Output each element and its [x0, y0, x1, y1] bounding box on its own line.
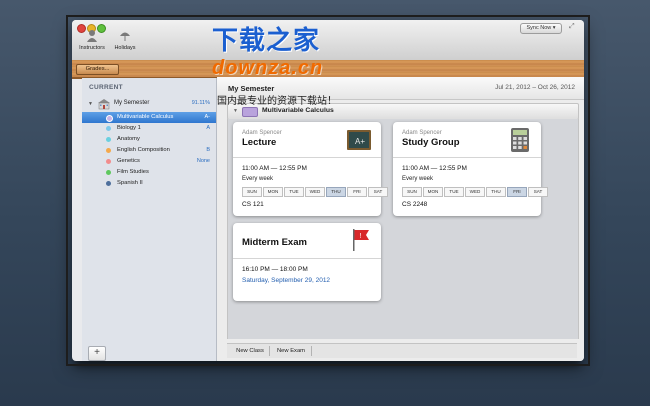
sidebar-item-anatomy[interactable]: Anatomy: [82, 134, 216, 145]
day-wed[interactable]: WED: [305, 187, 325, 197]
date-range: Jul 21, 2012 – Oct 26, 2012: [495, 84, 575, 91]
course-color-dot: [106, 181, 111, 186]
room-number: CS 2248: [402, 201, 428, 208]
day-sun[interactable]: SUN: [402, 187, 422, 197]
course-color-dot: [106, 115, 113, 122]
toolbar: Instructors Holidays Sync Now ▾ ⤢: [72, 20, 584, 61]
course-name: Multivariable Calculus: [117, 114, 174, 120]
course-name: Biology 1: [117, 125, 141, 131]
day-sat[interactable]: SAT: [368, 187, 388, 197]
course-color-dot: [106, 126, 111, 131]
instructor-name: Adam Spencer: [402, 130, 442, 136]
semester-row[interactable]: ▼ My Semester 91.11%: [82, 98, 216, 110]
person-icon: [87, 30, 97, 42]
course-color-dot: [106, 137, 111, 142]
lecture-card[interactable]: Adam Spencer Lecture A+ 11:00 AM — 12:55…: [233, 122, 388, 216]
sidebar-item-biology-1[interactable]: Biology 1 A: [82, 123, 216, 134]
umbrella-icon: [120, 32, 130, 41]
day-thu[interactable]: THU: [326, 187, 346, 197]
sidebar-item-genetics[interactable]: Genetics None: [82, 156, 216, 167]
instructors-label: Instructors: [79, 45, 105, 51]
new-exam-button[interactable]: New Exam: [271, 346, 312, 356]
flag-icon: !: [353, 229, 369, 251]
time-range: 11:00 AM — 12:55 PM: [402, 165, 467, 172]
sidebar-header: CURRENT: [89, 84, 123, 91]
day-tue[interactable]: TUE: [444, 187, 464, 197]
exam-date: Saturday, September 29, 2012: [242, 277, 331, 284]
semester-percent: 91.11%: [191, 100, 210, 106]
day-mon[interactable]: MON: [263, 187, 283, 197]
course-name: Anatomy: [117, 136, 140, 142]
day-sat[interactable]: SAT: [528, 187, 548, 197]
add-button[interactable]: +: [88, 346, 106, 361]
fullscreen-icon[interactable]: ⤢: [569, 23, 577, 31]
weekday-selector: SUN MON TUE WED THU FRI SAT: [242, 187, 389, 197]
calculator-icon: [511, 128, 529, 152]
chalkboard-icon: A+: [347, 130, 371, 150]
midterm-exam-card[interactable]: Midterm Exam ! 16:10 PM — 18:00 PM Satur…: [233, 223, 381, 301]
svg-text:!: !: [360, 233, 362, 240]
schedule-board: Adam Spencer Lecture A+ 11:00 AM — 12:55…: [227, 119, 579, 339]
time-range: 16:10 PM — 18:00 PM: [242, 266, 308, 273]
course-grade: None: [196, 158, 210, 164]
room-number: CS 121: [242, 201, 264, 208]
disclosure-triangle-icon[interactable]: ▼: [88, 101, 93, 107]
section-title: Multivariable Calculus: [262, 107, 334, 114]
divider: [233, 157, 381, 158]
instructor-name: Adam Spencer: [242, 130, 282, 136]
sidebar-item-film-studies[interactable]: Film Studies: [82, 167, 216, 178]
sidebar-item-english-composition[interactable]: English Composition B: [82, 145, 216, 156]
svg-text:A+: A+: [355, 137, 365, 146]
course-name: Spanish II: [117, 180, 143, 186]
day-mon[interactable]: MON: [423, 187, 443, 197]
course-grade: B: [206, 147, 210, 153]
time-range: 11:00 AM — 12:55 PM: [242, 165, 307, 172]
watermark-domain: downza.cn: [212, 57, 324, 79]
card-title: Lecture: [242, 137, 277, 148]
course-color-dot: [106, 170, 111, 175]
study-group-card[interactable]: Adam Spencer Study Group 11:00 AM — 12:5…: [393, 122, 548, 216]
sidebar-item-multivariable-calculus[interactable]: Multivariable Calculus A-: [82, 112, 216, 123]
watermark-slogan: 国内最专业的资源下载站！: [217, 96, 337, 107]
semester-name: My Semester: [114, 100, 150, 106]
repeat-frequency: Every week: [402, 176, 434, 182]
repeat-frequency: Every week: [242, 176, 274, 182]
day-wed[interactable]: WED: [465, 187, 485, 197]
card-title: Study Group: [402, 137, 460, 148]
course-color-dot: [106, 148, 111, 153]
divider: [393, 157, 541, 158]
day-fri[interactable]: FRI: [507, 187, 527, 197]
app-window: Instructors Holidays Sync Now ▾ ⤢ Grades…: [72, 20, 584, 361]
course-name: Film Studies: [117, 169, 149, 175]
day-sun[interactable]: SUN: [242, 187, 262, 197]
disclosure-triangle-icon[interactable]: ▼: [233, 108, 238, 114]
main-pane: My Semester Jul 21, 2012 – Oct 26, 2012 …: [217, 77, 584, 361]
course-name: Genetics: [117, 158, 140, 164]
sidebar-item-spanish-ii[interactable]: Spanish II: [82, 178, 216, 189]
instructors-button[interactable]: Instructors: [75, 29, 109, 51]
course-name: English Composition: [117, 147, 170, 153]
weekday-selector: SUN MON TUE WED THU FRI SAT: [402, 187, 549, 197]
holidays-label: Holidays: [114, 45, 136, 51]
course-grade: A: [206, 125, 210, 131]
course-grade: A-: [204, 114, 211, 120]
watermark-title: 下载之家: [212, 25, 321, 55]
day-thu[interactable]: THU: [486, 187, 506, 197]
grades-button[interactable]: Grades...: [76, 64, 119, 75]
course-color-swatch: [242, 107, 258, 117]
new-class-button[interactable]: New Class: [231, 346, 270, 356]
day-fri[interactable]: FRI: [347, 187, 367, 197]
bottom-tab-bar: New Class New Exam: [227, 343, 577, 358]
school-building-icon: [98, 99, 110, 110]
holidays-button[interactable]: Holidays: [108, 29, 142, 51]
day-tue[interactable]: TUE: [284, 187, 304, 197]
sync-now-button[interactable]: Sync Now ▾: [520, 23, 562, 34]
divider: [233, 258, 381, 259]
card-title: Midterm Exam: [242, 237, 307, 248]
course-color-dot: [106, 159, 111, 164]
sidebar: CURRENT ▼ My Semester 91.11% Multivariab…: [82, 78, 217, 361]
